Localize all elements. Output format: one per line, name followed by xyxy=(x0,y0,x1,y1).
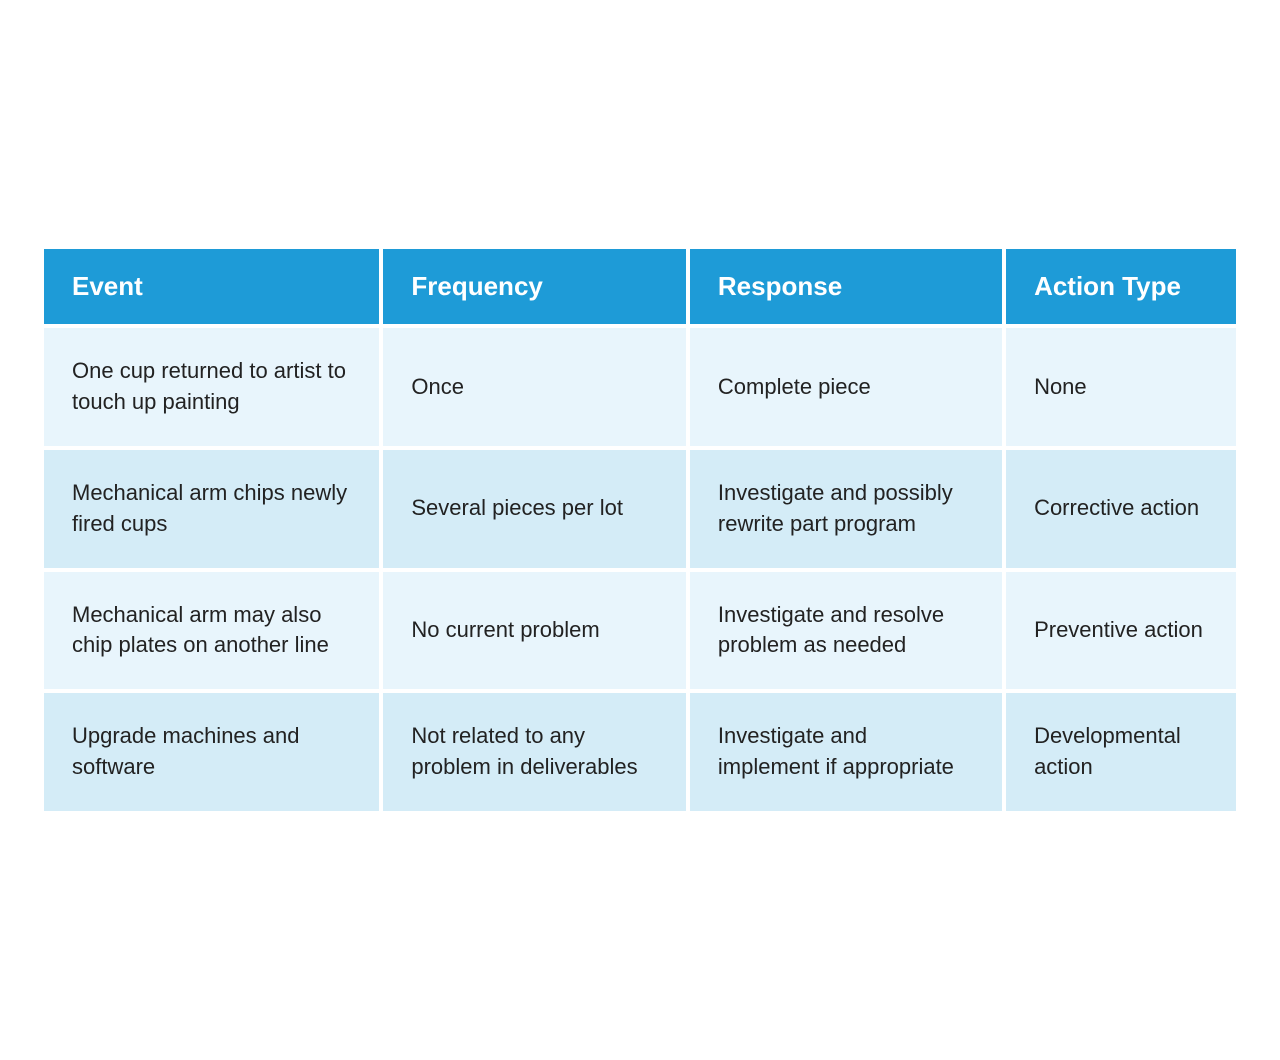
table-row: Mechanical arm chips newly fired cupsSev… xyxy=(44,450,1236,568)
table-row: Mechanical arm may also chip plates on a… xyxy=(44,572,1236,690)
cell-action_type-0: None xyxy=(1006,328,1236,446)
cell-frequency-1: Several pieces per lot xyxy=(383,450,686,568)
cell-action_type-1: Corrective action xyxy=(1006,450,1236,568)
col-header-action-type: Action Type xyxy=(1006,249,1236,324)
table-row: One cup returned to artist to touch up p… xyxy=(44,328,1236,446)
action-table: Event Frequency Response Action Type One… xyxy=(40,245,1240,814)
cell-frequency-0: Once xyxy=(383,328,686,446)
cell-frequency-3: Not related to any problem in deliverabl… xyxy=(383,693,686,811)
cell-event-1: Mechanical arm chips newly fired cups xyxy=(44,450,379,568)
cell-response-2: Investigate and resolve problem as neede… xyxy=(690,572,1002,690)
cell-event-2: Mechanical arm may also chip plates on a… xyxy=(44,572,379,690)
main-table-wrapper: Event Frequency Response Action Type One… xyxy=(40,245,1240,814)
col-header-event: Event xyxy=(44,249,379,324)
cell-event-0: One cup returned to artist to touch up p… xyxy=(44,328,379,446)
col-header-frequency: Frequency xyxy=(383,249,686,324)
cell-action_type-2: Preventive action xyxy=(1006,572,1236,690)
cell-response-1: Investigate and possibly rewrite part pr… xyxy=(690,450,1002,568)
cell-response-0: Complete piece xyxy=(690,328,1002,446)
table-row: Upgrade machines and softwareNot related… xyxy=(44,693,1236,811)
cell-action_type-3: Developmental action xyxy=(1006,693,1236,811)
cell-response-3: Investigate and implement if appropriate xyxy=(690,693,1002,811)
cell-event-3: Upgrade machines and software xyxy=(44,693,379,811)
header-row: Event Frequency Response Action Type xyxy=(44,249,1236,324)
table-body: One cup returned to artist to touch up p… xyxy=(44,328,1236,810)
col-header-response: Response xyxy=(690,249,1002,324)
cell-frequency-2: No current problem xyxy=(383,572,686,690)
